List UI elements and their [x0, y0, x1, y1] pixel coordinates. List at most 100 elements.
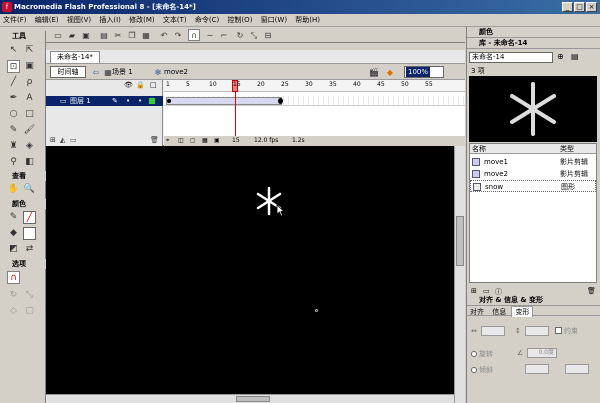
pin-library-icon[interactable]: ⊕ [557, 52, 564, 61]
maximize-button[interactable]: □ [574, 2, 585, 12]
swap-colors-icon[interactable]: ⇄ [23, 243, 36, 256]
frame-rate[interactable]: 12.0 fps [254, 136, 278, 146]
outline-column-icon[interactable]: □ [150, 81, 157, 89]
onion-outline-icon[interactable]: ▢ [190, 136, 196, 146]
scale-icon[interactable]: ⤡ [248, 29, 260, 41]
layer-color-icon[interactable] [149, 98, 155, 104]
minimize-button[interactable]: _ [562, 2, 573, 12]
rectangle-tool-icon[interactable]: □ [23, 108, 36, 121]
menu-insert[interactable]: 插入(I) [96, 14, 124, 27]
library-item-row[interactable]: snow 图形 [470, 180, 596, 192]
scene-breadcrumb[interactable]: 场景 1 [112, 66, 133, 78]
menu-file[interactable]: 文件(F) [0, 14, 30, 27]
menu-commands[interactable]: 命令(C) [192, 14, 222, 27]
fill-color-icon[interactable]: ◆ [7, 227, 20, 240]
delete-layer-icon[interactable]: 🗑 [150, 136, 159, 144]
back-arrow-icon[interactable]: ⇦ [90, 66, 102, 78]
zoom-tool-icon[interactable]: 🔍 [23, 183, 36, 196]
eyedropper-tool-icon[interactable]: ⚲ [7, 156, 20, 169]
distort-option-icon[interactable]: ◇ [7, 305, 20, 318]
skew-horizontal-field[interactable] [525, 364, 549, 374]
menu-view[interactable]: 视图(V) [64, 14, 94, 27]
tab-align[interactable]: 对齐 [467, 307, 487, 317]
lock-column-icon[interactable]: 🔒 [136, 81, 145, 89]
library-document-select[interactable]: 未命名-14 [469, 52, 553, 63]
add-guide-icon[interactable]: ◭ [60, 136, 65, 144]
height-scale-field[interactable] [525, 326, 549, 336]
skew-radio[interactable] [471, 367, 477, 373]
align-icon[interactable]: ⊟ [262, 29, 274, 41]
print-icon[interactable]: ▤ [98, 29, 110, 41]
cut-icon[interactable]: ✂ [112, 29, 124, 41]
stroke-swatch-icon[interactable]: ╱ [23, 211, 36, 224]
line-tool-icon[interactable]: ╱ [7, 76, 20, 89]
straighten-icon[interactable]: ⌐ [218, 29, 230, 41]
brush-tool-icon[interactable]: 🖌 [23, 124, 36, 137]
constrain-checkbox[interactable] [555, 327, 562, 334]
color-panel-header[interactable]: 颜色 [467, 27, 600, 38]
pen-tool-icon[interactable]: ✒ [7, 92, 20, 105]
keyframe-end[interactable] [278, 98, 283, 104]
motion-tween-span[interactable] [166, 97, 282, 105]
save-icon[interactable]: ▣ [80, 29, 92, 41]
edit-symbol-icon[interactable]: ◆ [384, 66, 396, 78]
rotate-icon[interactable]: ↻ [234, 29, 246, 41]
edit-scene-icon[interactable]: 🎬 [368, 66, 380, 78]
rotate-radio[interactable] [471, 351, 477, 357]
visible-dot-icon[interactable]: • [126, 96, 130, 106]
timeline-toggle-button[interactable]: 时间轴 [50, 66, 86, 78]
visibility-column-icon[interactable]: 👁 [124, 81, 133, 89]
lock-dot-icon[interactable]: • [138, 96, 142, 106]
horizontal-scrollbar[interactable] [46, 394, 454, 403]
frame-ruler[interactable]: 1 5 10 15 20 25 30 35 40 45 50 55 [164, 80, 465, 92]
width-scale-field[interactable] [481, 326, 505, 336]
new-library-panel-icon[interactable]: ▤ [571, 52, 579, 61]
pencil-tool-icon[interactable]: ✎ [7, 124, 20, 137]
horizontal-scroll-thumb[interactable] [236, 396, 270, 402]
envelope-option-icon[interactable]: ▢ [23, 305, 36, 318]
text-tool-icon[interactable]: A [23, 92, 36, 105]
hand-tool-icon[interactable]: ✋ [7, 183, 20, 196]
free-transform-tool-icon[interactable]: ⊡ [7, 60, 20, 73]
smooth-icon[interactable]: ∼ [204, 29, 216, 41]
symbol-breadcrumb[interactable]: move2 [164, 66, 188, 78]
rotate-value-field[interactable]: 0.0度 [527, 348, 557, 358]
layer-row[interactable]: ▭ 图层 1 ✎ • • [46, 96, 163, 106]
rotate-skew-option-icon[interactable]: ↻ [7, 289, 20, 302]
redo-icon[interactable]: ↷ [172, 29, 184, 41]
oval-tool-icon[interactable]: ○ [7, 108, 20, 121]
close-button[interactable]: × [586, 2, 597, 12]
column-type-header[interactable]: 类型 [560, 144, 574, 154]
scale-option-icon[interactable]: ⤡ [23, 289, 36, 302]
library-item-row[interactable]: move2 影片剪辑 [470, 168, 596, 180]
menu-text[interactable]: 文本(T) [160, 14, 190, 27]
stage[interactable] [46, 146, 465, 394]
vertical-scrollbar[interactable] [454, 146, 465, 403]
library-item-row[interactable]: move1 影片剪辑 [470, 156, 596, 168]
add-layer-icon[interactable]: ⊞ [50, 136, 56, 144]
vertical-scroll-thumb[interactable] [456, 216, 464, 266]
skew-vertical-field[interactable] [565, 364, 589, 374]
fill-swatch-icon[interactable] [23, 227, 36, 240]
delete-item-icon[interactable]: 🗑 [587, 287, 596, 295]
undo-icon[interactable]: ↶ [158, 29, 170, 41]
new-folder-icon[interactable]: ▭ [483, 287, 490, 295]
menu-modify[interactable]: 修改(M) [126, 14, 158, 27]
black-white-icon[interactable]: ◩ [7, 243, 20, 256]
ink-bottle-tool-icon[interactable]: ♜ [7, 140, 20, 153]
paste-icon[interactable]: ▦ [140, 29, 152, 41]
zoom-select[interactable]: 100% [404, 66, 444, 78]
edit-multiple-icon[interactable]: ▦ [202, 136, 208, 146]
new-file-icon[interactable]: ▭ [52, 29, 64, 41]
snap-option-icon[interactable]: ∩ [7, 271, 20, 284]
eraser-tool-icon[interactable]: ◧ [23, 156, 36, 169]
add-folder-icon[interactable]: ▭ [70, 136, 77, 144]
arrow-tool-icon[interactable]: ↖ [7, 44, 20, 57]
frames-area[interactable]: 1 5 10 15 20 25 30 35 40 45 50 55 [164, 80, 465, 136]
snap-magnet-icon[interactable]: ∩ [188, 29, 200, 41]
tab-info[interactable]: 信息 [489, 307, 509, 317]
tab-transform[interactable]: 变形 [511, 306, 534, 317]
library-panel-header[interactable]: 库 - 未命名-14 [467, 38, 600, 49]
onion-markers-icon[interactable]: ▣ [214, 136, 220, 146]
keyframe-start[interactable] [167, 99, 171, 103]
